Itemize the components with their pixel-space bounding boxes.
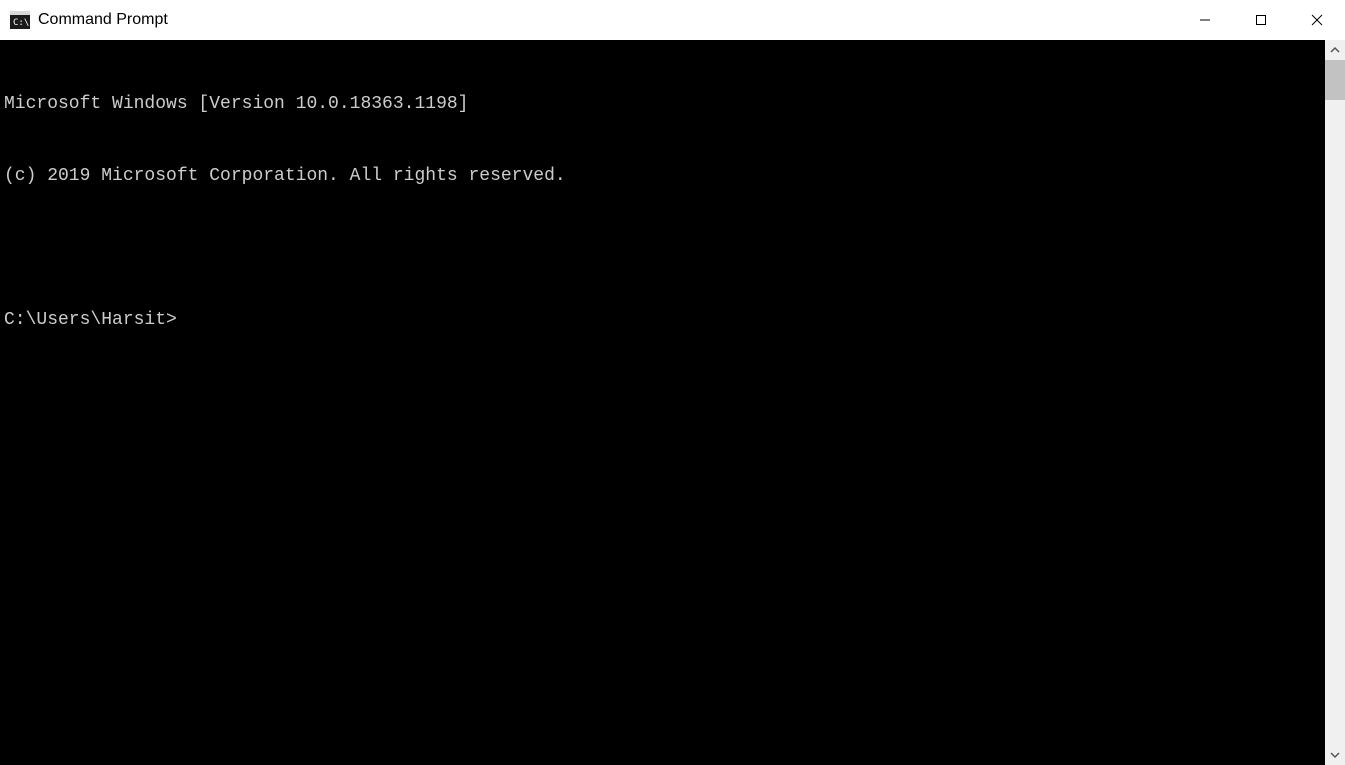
titlebar[interactable]: C:\ Command Prompt <box>0 0 1345 40</box>
window-controls <box>1177 0 1345 40</box>
vertical-scrollbar[interactable] <box>1325 40 1345 765</box>
scrollbar-track[interactable] <box>1325 60 1345 745</box>
client-area: Microsoft Windows [Version 10.0.18363.11… <box>0 40 1345 765</box>
blank-line <box>4 236 1325 260</box>
close-button[interactable] <box>1289 0 1345 40</box>
command-prompt-icon: C:\ <box>10 11 30 29</box>
scroll-up-arrow-icon[interactable] <box>1325 40 1345 60</box>
version-line: Microsoft Windows [Version 10.0.18363.11… <box>4 92 1325 116</box>
scroll-down-arrow-icon[interactable] <box>1325 745 1345 765</box>
terminal-output[interactable]: Microsoft Windows [Version 10.0.18363.11… <box>0 40 1325 765</box>
maximize-button[interactable] <box>1233 0 1289 40</box>
scrollbar-thumb[interactable] <box>1325 60 1345 100</box>
svg-text:C:\: C:\ <box>13 18 29 28</box>
copyright-line: (c) 2019 Microsoft Corporation. All righ… <box>4 164 1325 188</box>
command-prompt-window: C:\ Command Prompt Microsoft Windows [Ve… <box>0 0 1345 765</box>
window-title: Command Prompt <box>38 11 168 29</box>
minimize-button[interactable] <box>1177 0 1233 40</box>
prompt-line: C:\Users\Harsit> <box>4 308 1325 332</box>
prompt-text: C:\Users\Harsit> <box>4 308 177 332</box>
